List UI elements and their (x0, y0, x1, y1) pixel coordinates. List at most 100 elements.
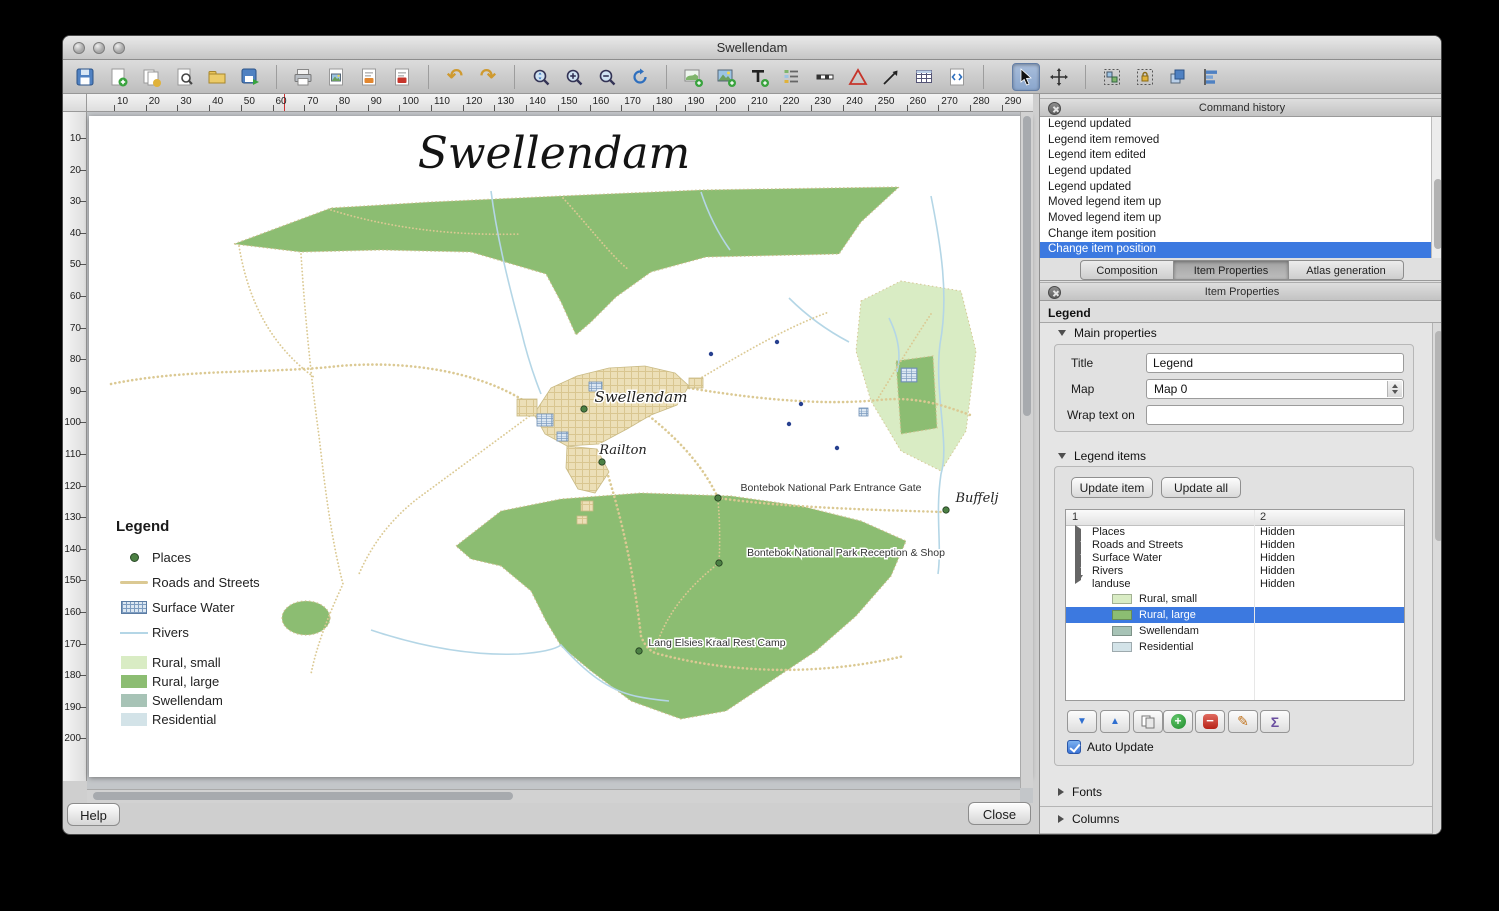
open-folder-icon[interactable] (203, 63, 231, 91)
add-scalebar-icon[interactable] (811, 63, 839, 91)
duplicate-composition-icon[interactable] (137, 63, 165, 91)
save-template-icon[interactable] (236, 63, 264, 91)
legend-item[interactable]: Legend Places Roads and Streets Surface … (116, 518, 296, 729)
close-panel-icon[interactable] (1048, 286, 1061, 299)
zoom-window-button[interactable] (113, 42, 125, 54)
update-item-button[interactable]: Update item (1071, 477, 1153, 498)
command-history-row[interactable]: Legend item removed (1040, 133, 1431, 149)
legend-items-section[interactable]: Legend items (1058, 449, 1146, 463)
urban-block (577, 516, 587, 524)
new-composition-icon[interactable] (104, 63, 132, 91)
zoom-full-icon[interactable] (527, 63, 555, 91)
command-history-row[interactable]: Legend updated (1040, 180, 1431, 196)
close-button[interactable]: Close (968, 802, 1031, 825)
fonts-section[interactable]: Fonts (1058, 785, 1102, 799)
tree-row-rural-large-selected[interactable]: Rural, large (1066, 607, 1404, 623)
tree-row-swellendam[interactable]: Swellendam (1066, 623, 1404, 639)
ruler-label: 140 (529, 96, 546, 107)
composition-manager-icon[interactable] (170, 63, 198, 91)
print-icon[interactable] (289, 63, 317, 91)
command-history-title: Command history (1199, 102, 1285, 114)
add-legend-icon[interactable] (778, 63, 806, 91)
command-history-row[interactable]: Legend updated (1040, 164, 1431, 180)
zoom-in-icon[interactable] (560, 63, 588, 91)
lock-items-icon[interactable] (1131, 63, 1159, 91)
command-history-scrollbar[interactable] (1431, 117, 1442, 258)
add-shape-icon[interactable] (844, 63, 872, 91)
add-item-button[interactable]: + (1163, 710, 1193, 733)
canvas-vertical-scrollbar[interactable] (1020, 112, 1033, 788)
export-image-icon[interactable] (322, 63, 350, 91)
export-pdf-icon[interactable] (388, 63, 416, 91)
columns-section[interactable]: Columns (1058, 812, 1119, 826)
move-content-icon[interactable] (1045, 63, 1073, 91)
tree-row-residential[interactable]: Residential (1066, 639, 1404, 655)
edit-item-button[interactable]: ✎ (1228, 710, 1258, 733)
item-properties-header: Item Properties (1040, 282, 1442, 301)
tree-header: 1 2 (1066, 510, 1404, 526)
command-history-row-selected[interactable]: Change item position (1040, 242, 1431, 258)
add-html-icon[interactable] (943, 63, 971, 91)
residential-symbol (121, 713, 147, 726)
zoom-out-icon[interactable] (593, 63, 621, 91)
undo-icon[interactable]: ↶ (441, 63, 469, 91)
command-history-row[interactable]: Moved legend item up (1040, 211, 1431, 227)
close-panel-icon[interactable] (1048, 102, 1061, 115)
ruler-label: 150 (63, 575, 81, 586)
title-input[interactable] (1146, 353, 1404, 373)
map-select[interactable]: Map 0 (1146, 379, 1404, 399)
select-move-item-icon[interactable] (1012, 63, 1040, 91)
minimize-window-button[interactable] (93, 42, 105, 54)
add-map-icon[interactable] (679, 63, 707, 91)
align-items-icon[interactable] (1197, 63, 1225, 91)
ruler-tick (431, 105, 432, 111)
add-arrow-icon[interactable] (877, 63, 905, 91)
tree-row-roads[interactable]: Roads and Streets Hidden (1066, 539, 1404, 552)
group-items-icon[interactable] (1098, 63, 1126, 91)
close-window-button[interactable] (73, 42, 85, 54)
add-table-icon[interactable] (910, 63, 938, 91)
surface-water (859, 408, 868, 416)
duplicate-item-button[interactable] (1133, 710, 1163, 733)
ruler-label: 130 (497, 96, 514, 107)
tab-item-properties[interactable]: Item Properties (1174, 260, 1289, 280)
count-features-button[interactable]: Σ (1260, 710, 1290, 733)
remove-item-button[interactable]: − (1195, 710, 1225, 733)
ruler-tick (336, 105, 337, 111)
command-history-row[interactable]: Legend item edited (1040, 148, 1431, 164)
tree-row-places[interactable]: Places Hidden (1066, 526, 1404, 539)
tree-row-rural-small[interactable]: Rural, small (1066, 591, 1404, 607)
ruler-label: 110 (434, 96, 450, 107)
wrap-text-input[interactable] (1146, 405, 1404, 425)
add-image-icon[interactable] (712, 63, 740, 91)
redo-icon[interactable]: ↷ (474, 63, 502, 91)
urban-block (689, 378, 703, 388)
add-label-icon[interactable] (745, 63, 773, 91)
refresh-icon[interactable] (626, 63, 654, 91)
save-icon[interactable] (71, 63, 99, 91)
main-properties-section[interactable]: Main properties (1058, 326, 1157, 340)
help-button[interactable]: Help (67, 803, 120, 826)
tab-atlas-generation[interactable]: Atlas generation (1289, 260, 1404, 280)
command-history-row[interactable]: Legend updated (1040, 117, 1431, 133)
ruler-label: 80 (339, 96, 350, 107)
update-all-button[interactable]: Update all (1161, 477, 1241, 498)
river (789, 298, 849, 342)
canvas-horizontal-scrollbar[interactable] (87, 789, 1020, 803)
move-item-up-button[interactable]: ▲ (1100, 710, 1130, 733)
export-svg-icon[interactable] (355, 63, 383, 91)
properties-scrollbar[interactable] (1432, 323, 1442, 835)
move-item-down-button[interactable]: ▼ (1067, 710, 1097, 733)
tree-row-landuse[interactable]: landuse Hidden (1066, 578, 1404, 591)
auto-update-checkbox[interactable] (1067, 740, 1081, 754)
tree-row-surface-water[interactable]: Surface Water Hidden (1066, 552, 1404, 565)
tab-composition[interactable]: Composition (1080, 260, 1174, 280)
composition-page[interactable]: Swellendam (89, 116, 1031, 777)
place-marker (943, 507, 949, 513)
command-history-row[interactable]: Change item position (1040, 227, 1431, 243)
raise-items-icon[interactable] (1164, 63, 1192, 91)
tree-row-rivers[interactable]: Rivers Hidden (1066, 565, 1404, 578)
ruler-label: 90 (371, 96, 382, 107)
command-history-row[interactable]: Moved legend item up (1040, 195, 1431, 211)
ruler-label: 170 (63, 639, 81, 650)
